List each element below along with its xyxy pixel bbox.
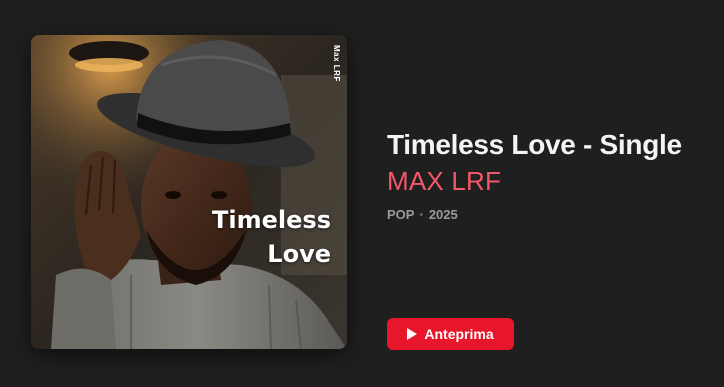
artwork-title-overlay: Timeless Love	[171, 203, 331, 271]
album-info: Timeless Love - Single MAX LRF POP · 202…	[387, 128, 717, 222]
preview-button[interactable]: Anteprima	[387, 318, 514, 350]
artwork-title-line2: Love	[267, 240, 331, 268]
meta-separator: ·	[419, 207, 424, 222]
artwork-artist-label: Max LRF	[332, 45, 341, 82]
album-artwork[interactable]: Max LRF Timeless Love	[31, 35, 347, 349]
album-page: Max LRF Timeless Love Timeless Love - Si…	[0, 0, 724, 387]
album-title: Timeless Love - Single	[387, 129, 682, 160]
preview-button-label: Anteprima	[424, 326, 494, 342]
release-year: 2025	[428, 207, 458, 222]
artist-link[interactable]: MAX LRF	[387, 165, 717, 197]
album-meta: POP · 2025	[387, 207, 717, 222]
genre-label: POP	[387, 207, 415, 222]
artwork-title-line1: Timeless	[212, 206, 331, 234]
play-icon	[407, 328, 418, 340]
album-cover-photo	[31, 35, 347, 349]
